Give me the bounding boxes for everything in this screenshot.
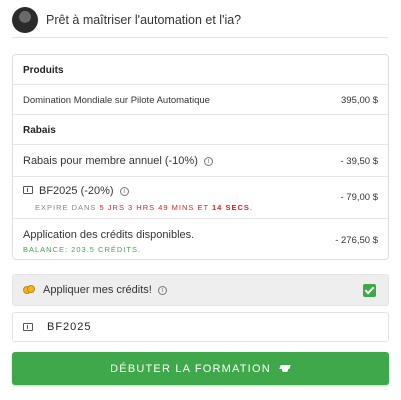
countdown-seconds: 14 SECS bbox=[212, 203, 250, 212]
member-discount-row: Rabais pour membre annuel (-10%) i - 39,5… bbox=[13, 145, 388, 177]
coupon-discount-name: BF2025 (-20%) bbox=[39, 185, 114, 197]
apply-credits-label: Appliquer mes crédits! bbox=[43, 284, 152, 296]
member-discount-amount: - 39,50 $ bbox=[340, 156, 379, 167]
product-row: Domination Mondiale sur Pilote Automatiq… bbox=[13, 85, 388, 115]
countdown-time: 5 JRS 3 HRS 49 MINS ET bbox=[99, 203, 209, 212]
discounts-title: Rabais bbox=[23, 125, 56, 136]
member-discount-label: Rabais pour membre annuel (-10%) i bbox=[23, 155, 213, 167]
order-summary-card: Produits Domination Mondiale sur Pilote … bbox=[12, 54, 389, 260]
product-name: Domination Mondiale sur Pilote Automatiq… bbox=[23, 95, 210, 106]
header: Prêt à maîtriser l'automation et l'ia? bbox=[12, 6, 388, 38]
info-icon[interactable]: i bbox=[119, 187, 129, 196]
ticket-icon bbox=[23, 186, 33, 194]
coupon-discount-label: BF2025 (-20%) i bbox=[23, 185, 129, 197]
coupon-discount-amount: - 79,00 $ bbox=[340, 192, 379, 203]
credits-balance: BALANCE: 203.5 CRÉDITS. bbox=[23, 245, 142, 254]
credits-amount: - 276,50 $ bbox=[335, 235, 378, 246]
member-discount-name: Rabais pour membre annuel (-10%) bbox=[23, 155, 198, 167]
products-title: Produits bbox=[23, 65, 64, 76]
credits-name: Application des crédits disponibles. bbox=[23, 229, 195, 241]
discounts-header-row: Rabais bbox=[13, 115, 388, 145]
coupon-input[interactable] bbox=[47, 321, 347, 333]
expiry-prefix: EXPIRE DANS bbox=[35, 203, 97, 212]
credits-row: Application des crédits disponibles. - 2… bbox=[13, 219, 388, 261]
coupon-field[interactable] bbox=[12, 312, 389, 342]
info-icon[interactable]: i bbox=[157, 285, 167, 295]
apply-credits-bar[interactable]: Appliquer mes crédits! i bbox=[12, 274, 389, 306]
avatar bbox=[12, 6, 38, 33]
apply-credits-checkbox[interactable] bbox=[363, 284, 376, 297]
start-training-label: DÉBUTER LA FORMATION bbox=[110, 362, 271, 375]
coupon-expiry: EXPIRE DANS 5 JRS 3 HRS 49 MINS ET 14 SE… bbox=[35, 203, 253, 212]
ticket-icon bbox=[23, 323, 33, 331]
products-header-row: Produits bbox=[13, 55, 388, 85]
credits-label: Application des crédits disponibles. bbox=[23, 229, 194, 241]
graduation-cap-icon bbox=[279, 365, 291, 373]
product-price: 395,00 $ bbox=[341, 95, 378, 106]
expiry-suffix: . bbox=[249, 203, 253, 212]
info-icon[interactable]: i bbox=[203, 157, 213, 166]
page-title: Prêt à maîtriser l'automation et l'ia? bbox=[46, 12, 242, 27]
coupon-discount-row: BF2025 (-20%) i - 79,00 $ EXPIRE DANS 5 J… bbox=[13, 177, 388, 219]
coins-icon bbox=[23, 285, 35, 295]
start-training-button[interactable]: DÉBUTER LA FORMATION bbox=[12, 352, 389, 385]
